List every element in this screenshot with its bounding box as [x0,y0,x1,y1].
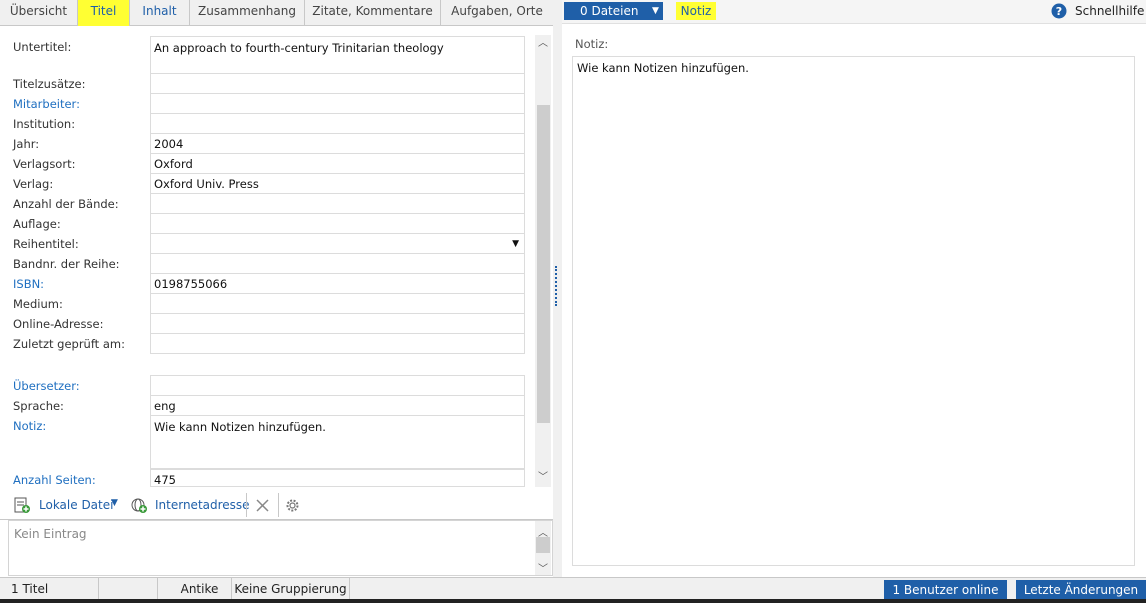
label-untertitel: Untertitel: [13,40,72,54]
title-details-pane: Übersicht Titel Inhalt Zusammenhang Zita… [0,0,553,577]
online-adresse-field[interactable] [150,313,525,334]
label-titelzusaetze: Titelzusätze: [13,77,86,91]
label-zuletzt-geprueft: Zuletzt geprüft am: [13,337,125,351]
label-verlagsort: Verlagsort: [13,157,76,171]
local-file-add-icon[interactable] [13,497,30,514]
dateien-label: 0 Dateien [580,4,639,18]
attachments-list: Kein Eintrag ︿ ﹀ [8,520,553,576]
sprache-field[interactable]: eng [150,395,525,416]
window-bottom-edge [0,599,1146,603]
scrollbar-thumb[interactable] [536,537,550,553]
label-reihentitel: Reihentitel: [13,237,79,251]
attachments-toolbar: Lokale Datei ▼ Internetadresse [0,491,553,520]
label-sprache: Sprache: [13,399,64,413]
label-isbn[interactable]: ISBN: [13,277,44,291]
tab-titel[interactable]: Titel [78,0,130,26]
zuletzt-geprueft-field[interactable] [150,333,525,354]
scroll-down-icon[interactable]: ﹀ [538,560,548,575]
citavi-window: Übersicht Titel Inhalt Zusammenhang Zita… [0,0,1146,603]
verlag-field[interactable]: Oxford Univ. Press [150,173,525,194]
bandnr-field[interactable] [150,253,525,274]
tab-zusammenhang[interactable]: Zusammenhang [190,0,305,26]
label-medium: Medium: [13,297,63,311]
attachments-scrollbar[interactable]: ︿ ﹀ [535,521,551,575]
label-jahr: Jahr: [13,137,40,151]
tab-inhalt[interactable]: Inhalt [130,0,190,26]
lokale-datei-button[interactable]: Lokale Datei [39,498,113,512]
pane-splitter[interactable] [553,0,562,577]
anzahl-seiten-field[interactable]: 475 [150,469,525,487]
chevron-down-icon[interactable]: ▼ [512,239,519,249]
help-icon[interactable]: ? [1051,3,1067,19]
label-uebersetzer[interactable]: Übersetzer: [13,379,80,393]
dateien-dropdown[interactable]: 0 Dateien ▼ [564,2,663,20]
label-institution: Institution: [13,117,76,131]
status-gruppierung[interactable]: Keine Gruppierung [232,578,350,600]
verlagsort-field[interactable]: Oxford [150,153,525,174]
details-scrollbar[interactable]: ︿ ﹀ [535,35,551,487]
label-anzahl-baende: Anzahl der Bände: [13,197,119,211]
tab-bar: Übersicht Titel Inhalt Zusammenhang Zita… [0,0,553,26]
toolbar-divider [278,493,279,517]
scroll-down-icon[interactable]: ﹀ [538,473,548,483]
internetadresse-button[interactable]: Internetadresse [155,498,250,512]
svg-text:?: ? [1056,5,1062,18]
jahr-field[interactable]: 2004 [150,133,525,154]
tab-uebersicht[interactable]: Übersicht [0,0,78,26]
toolbar-divider [246,493,247,517]
anzahl-baende-field[interactable] [150,193,525,214]
uebersetzer-field[interactable] [150,375,525,396]
label-auflage: Auflage: [13,217,61,231]
medium-field[interactable] [150,293,525,314]
titelzusaetze-field[interactable] [150,73,525,94]
institution-field[interactable] [150,113,525,134]
label-notiz[interactable]: Notiz: [13,419,46,433]
scrollbar-thumb[interactable] [537,105,550,423]
lokale-datei-dropdown-icon[interactable]: ▼ [111,498,118,508]
preview-toolbar: 0 Dateien ▼ Notiz ? Schnellhilfe [562,0,1146,24]
gear-icon[interactable] [284,497,301,514]
scroll-up-icon[interactable]: ︿ [538,39,548,49]
status-marked: 1 Titel markiert [0,578,99,600]
notiz-editor-text: Wie kann Notizen hinzufügen. [577,61,749,75]
notiz-editor[interactable]: Wie kann Notizen hinzufügen. [572,56,1135,566]
auflage-field[interactable] [150,213,525,234]
isbn-field[interactable]: 0198755066 [150,273,525,294]
label-bandnr: Bandnr. der Reihe: [13,257,120,271]
delete-icon[interactable] [254,497,271,514]
internet-address-add-icon[interactable] [130,497,147,514]
tab-notiz[interactable]: Notiz [676,2,716,20]
status-antike[interactable]: Antike [158,578,232,600]
preview-pane: 0 Dateien ▼ Notiz ? Schnellhilfe Notiz: … [562,0,1146,577]
empty-entry-text: Kein Eintrag [14,527,87,541]
label-verlag: Verlag: [13,177,54,191]
notiz-field[interactable]: Wie kann Notizen hinzufügen. [150,415,525,469]
label-mitarbeiter[interactable]: Mitarbeiter: [13,97,80,111]
notiz-preview-label: Notiz: [575,37,609,51]
chevron-down-icon[interactable]: ▼ [652,2,659,20]
tab-aufgaben-orte[interactable]: Aufgaben, Orte [441,0,553,26]
tab-zitate-kommentare[interactable]: Zitate, Kommentare [305,0,441,26]
mitarbeiter-field[interactable] [150,93,525,114]
schnellhilfe-button[interactable]: Schnellhilfe [1075,4,1144,18]
label-online-adresse: Online-Adresse: [13,317,104,331]
reihentitel-select[interactable]: ▼ [150,233,525,254]
letzte-aenderungen-button[interactable]: Letzte Änderungen [1016,580,1146,600]
status-empty-cell [99,578,158,600]
benutzer-online-button[interactable]: 1 Benutzer online [884,580,1007,600]
label-anzahl-seiten[interactable]: Anzahl Seiten: [13,473,96,487]
splitter-grip-icon[interactable] [555,266,559,306]
untertitel-field[interactable]: An approach to fourth-century Trinitaria… [150,36,525,74]
